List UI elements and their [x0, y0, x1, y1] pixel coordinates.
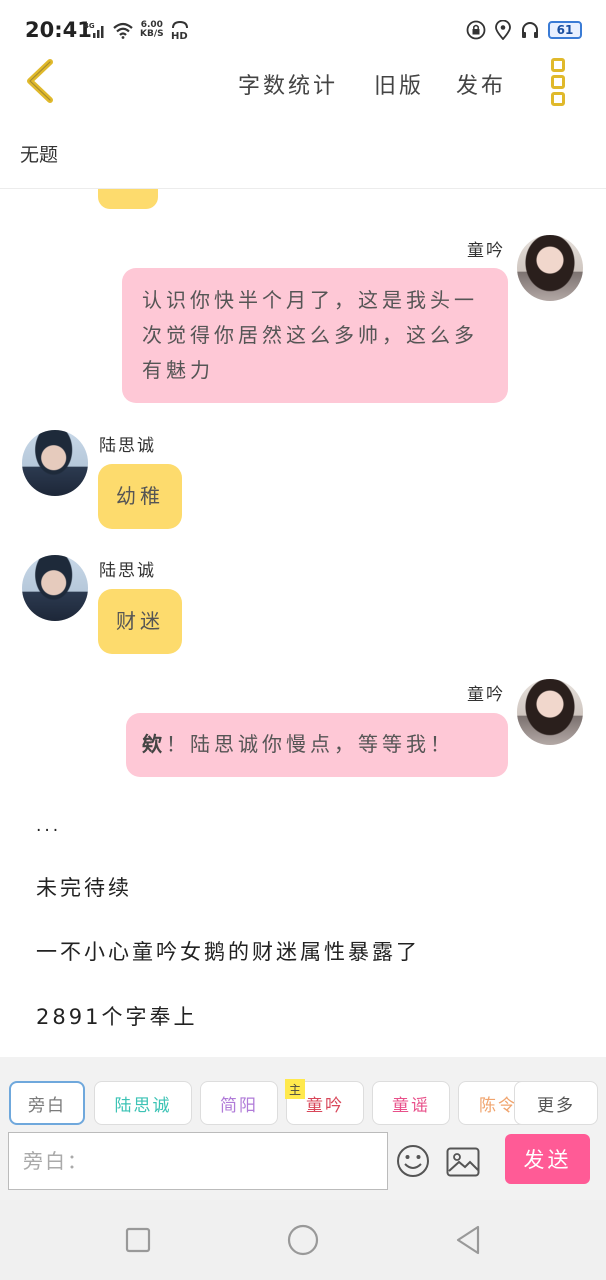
word-count-button[interactable]: 字数统计	[238, 68, 338, 100]
network-speed: 6.00 KB/S	[140, 21, 164, 39]
emoji-icon[interactable]	[396, 1144, 430, 1178]
message-emphasis: 欸	[142, 732, 166, 756]
message-input-box[interactable]	[8, 1132, 388, 1190]
home-icon[interactable]	[285, 1222, 321, 1258]
system-navigation-bar	[0, 1200, 606, 1280]
main-role-tag: 主	[285, 1079, 305, 1099]
speaker-name: 陆思诚	[99, 561, 156, 581]
avatar[interactable]	[22, 555, 88, 621]
hd-label: HD	[171, 31, 188, 40]
back-icon[interactable]	[20, 58, 60, 104]
cellular-signal-icon: 4G	[84, 22, 104, 38]
speaker-name: 陆思诚	[99, 436, 156, 456]
role-chip-lu-sicheng[interactable]: 陆思诚	[94, 1081, 192, 1125]
old-version-button[interactable]: 旧版	[374, 68, 424, 100]
speed-unit: KB/S	[140, 29, 164, 39]
role-chip-label: 陈令	[479, 1095, 517, 1116]
lock-icon	[466, 20, 486, 40]
role-chip-label: 旁白	[28, 1095, 66, 1116]
role-chip-jian-yang[interactable]: 简阳	[200, 1081, 278, 1125]
hd-voice-icon: HD	[171, 20, 188, 40]
role-selector-bar: 旁白 陆思诚 简阳 主 童吟 童谣 陈令 更多 发送	[0, 1057, 606, 1200]
message-bubble[interactable]: 财迷	[98, 589, 182, 654]
avatar[interactable]	[517, 235, 583, 301]
more-roles-label: 更多	[537, 1095, 575, 1116]
role-chip-label: 童谣	[392, 1095, 430, 1116]
message-text: ！陆思诚你慢点，等等我！	[166, 732, 454, 756]
chat-area[interactable]: 童吟 认识你快半个月了，这是我头一次觉得你居然这么多帅，这么多有魅力 陆思诚 幼…	[0, 189, 606, 1057]
role-chip-label: 陆思诚	[114, 1095, 172, 1116]
location-icon	[495, 20, 511, 40]
more-roles-button[interactable]: 更多	[514, 1081, 598, 1125]
speaker-name: 童吟	[467, 241, 505, 261]
narration-text[interactable]: 未完待续	[36, 872, 132, 902]
status-bar: 20:41 4G 6.00 KB/S HD 61	[0, 0, 606, 58]
send-button[interactable]: 发送	[505, 1134, 590, 1184]
role-chip-label: 简阳	[220, 1095, 258, 1116]
narration-text[interactable]: ...	[36, 816, 61, 836]
image-icon[interactable]	[446, 1147, 480, 1177]
battery-indicator: 61	[548, 21, 582, 39]
partial-message-bubble	[98, 189, 158, 209]
network-type: 4G	[84, 22, 95, 30]
top-nav: 字数统计 旧版 发布	[0, 58, 606, 108]
back-nav-icon[interactable]	[450, 1222, 486, 1258]
status-left-icons: 4G 6.00 KB/S HD	[84, 20, 190, 40]
role-chip-narrator[interactable]: 旁白	[9, 1081, 85, 1125]
message-bubble[interactable]: 幼稚	[98, 464, 182, 529]
role-chip-tong-yao[interactable]: 童谣	[372, 1081, 450, 1125]
message-bubble[interactable]: 欸！陆思诚你慢点，等等我！	[126, 713, 508, 777]
headset-icon	[522, 22, 538, 38]
recent-apps-icon[interactable]	[120, 1222, 156, 1258]
avatar[interactable]	[22, 430, 88, 496]
status-right-icons: 61	[466, 20, 582, 40]
message-input[interactable]	[9, 1133, 387, 1189]
narration-text[interactable]: 2891个字奉上	[36, 1001, 197, 1031]
avatar[interactable]	[517, 679, 583, 745]
status-time: 20:41	[25, 18, 92, 42]
speaker-name: 童吟	[467, 685, 505, 705]
more-menu-icon[interactable]	[548, 58, 568, 106]
wifi-icon	[113, 22, 133, 39]
role-chip-tong-yin[interactable]: 主 童吟	[285, 1079, 364, 1125]
publish-button[interactable]: 发布	[456, 68, 506, 100]
message-bubble[interactable]: 认识你快半个月了，这是我头一次觉得你居然这么多帅，这么多有魅力	[122, 268, 508, 403]
narration-text[interactable]: 一不小心童吟女鹅的财迷属性暴露了	[36, 936, 420, 966]
role-chip-label: 童吟	[306, 1095, 344, 1116]
document-title[interactable]: 无题	[20, 140, 58, 167]
